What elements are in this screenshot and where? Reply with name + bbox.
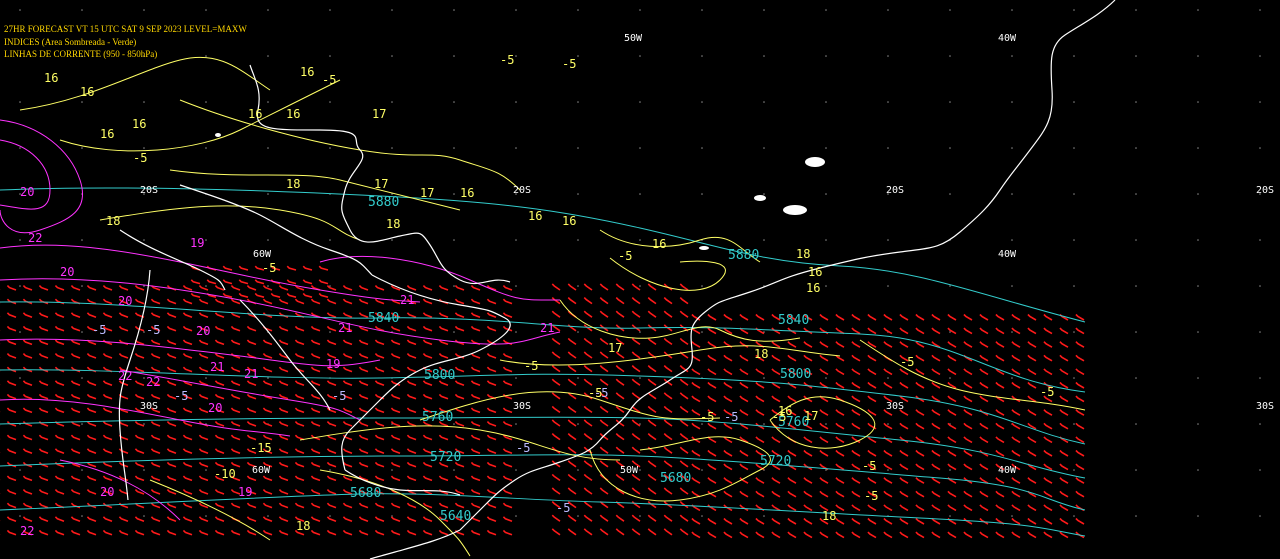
cyan-label: -5 <box>516 441 530 455</box>
grid-label: 30S <box>1256 401 1274 412</box>
grid-label: 60W <box>253 249 272 260</box>
theta-label: -5 <box>700 410 714 424</box>
index-label: 20 <box>196 324 210 338</box>
index-label: 22 <box>118 369 132 383</box>
theta-label: 16 <box>562 214 576 228</box>
cyan-label: -5 <box>92 323 106 337</box>
height-label: 5720 <box>430 450 461 465</box>
theta-label: -5 <box>322 73 336 87</box>
streamlines-legend: LINHAS DE CORRENTE (950 - 850hPa) <box>4 49 158 59</box>
index-label: 20 <box>118 294 132 308</box>
index-label: 21 <box>210 360 224 374</box>
theta-label: -10 <box>214 467 236 481</box>
index-label: 21 <box>244 367 258 381</box>
cyan-label: -5 <box>556 501 570 515</box>
theta-label: 18 <box>796 247 810 261</box>
index-label: 20 <box>60 265 74 279</box>
grid-label: 30S <box>140 401 158 412</box>
index-label: 19 <box>326 357 340 371</box>
theta-label: 16 <box>286 107 300 121</box>
index-label: 20 <box>20 185 34 199</box>
grid-label: 50W <box>624 33 643 44</box>
height-label: 5880 <box>368 195 399 210</box>
theta-label: -5 <box>133 151 147 165</box>
theta-label: 17 <box>608 341 622 355</box>
theta-label: 16 <box>100 127 114 141</box>
grid-label: 60W <box>252 465 271 476</box>
grid-label: 30S <box>886 401 904 412</box>
theta-label: 18 <box>822 509 836 523</box>
index-label: 19 <box>238 485 252 499</box>
theta-label: 16 <box>778 404 792 418</box>
theta-label: -5 <box>500 53 514 67</box>
height-label: 5840 <box>368 311 399 326</box>
theta-label: -5 <box>618 249 632 263</box>
theta-label: 16 <box>806 281 820 295</box>
theta-label: 18 <box>106 214 120 228</box>
theta-label: 16 <box>80 85 94 99</box>
theta-label: 16 <box>460 186 474 200</box>
index-label: 21 <box>338 321 352 335</box>
theta-label: 18 <box>386 217 400 231</box>
theta-label: 16 <box>652 237 666 251</box>
height-label: 5800 <box>780 367 811 382</box>
theta-label: 18 <box>296 519 310 533</box>
theta-label: -5 <box>262 261 276 275</box>
index-label: 19 <box>190 236 204 250</box>
theta-label: 16 <box>528 209 542 223</box>
theta-label: -5 <box>864 489 878 503</box>
height-label: 5680 <box>660 471 691 486</box>
grid-label: 40W <box>998 465 1017 476</box>
theta-label: 17 <box>372 107 386 121</box>
theta-label: 16 <box>132 117 146 131</box>
cyan-label: -5 <box>724 410 738 424</box>
height-label: 5760 <box>422 410 453 425</box>
height-label: 5640 <box>440 509 471 524</box>
height-label: 5800 <box>424 368 455 383</box>
index-label: 22 <box>146 375 160 389</box>
theta-label: -5 <box>862 459 876 473</box>
synoptic-map: 50W 40W 60W 40W 50W 40W 20S 20S 20S 20S 30S 30S 30S 3… <box>0 0 1280 559</box>
theta-label: 17 <box>420 186 434 200</box>
cyan-label: -5 <box>594 386 608 400</box>
index-label: 20 <box>208 401 222 415</box>
height-label: 5880 <box>728 248 759 263</box>
forecast-header: 27HR FORECAST VT 15 UTC SAT 9 SEP 2023 L… <box>4 24 247 34</box>
height-label: 5840 <box>778 313 809 328</box>
grid-label: 20S <box>1256 185 1274 196</box>
theta-label: -5 <box>900 355 914 369</box>
cyan-label: -5 <box>174 389 188 403</box>
height-label: 5680 <box>350 486 381 501</box>
theta-label: -5 <box>1040 385 1054 399</box>
theta-label: 17 <box>804 409 818 423</box>
theta-label: 18 <box>754 347 768 361</box>
grid-label: 40W <box>998 249 1017 260</box>
grid-label: 20S <box>886 185 904 196</box>
index-label: 21 <box>540 321 554 335</box>
theta-label: 16 <box>248 107 262 121</box>
theta-label: -5 <box>524 359 538 373</box>
index-label: 21 <box>400 293 414 307</box>
index-label: 22 <box>20 524 34 538</box>
height-label: 5720 <box>760 454 791 469</box>
theta-label: -5 <box>562 57 576 71</box>
index-label: 20 <box>100 485 114 499</box>
grid-label: 20S <box>513 185 531 196</box>
theta-label: 17 <box>374 177 388 191</box>
cyan-label: -5 <box>332 389 346 403</box>
cyan-label: -5 <box>146 323 160 337</box>
grid-label: 20S <box>140 185 158 196</box>
grid-label: 30S <box>513 401 531 412</box>
grid-label: 40W <box>998 33 1017 44</box>
theta-label: 18 <box>286 177 300 191</box>
theta-label: 16 <box>300 65 314 79</box>
theta-label: 16 <box>44 71 58 85</box>
grid-label: 50W <box>620 465 639 476</box>
index-label: 22 <box>28 231 42 245</box>
theta-label: 16 <box>808 265 822 279</box>
indices-legend: INDICES (Area Sombreada - Verde) <box>4 37 137 47</box>
theta-label: -15 <box>250 441 272 455</box>
